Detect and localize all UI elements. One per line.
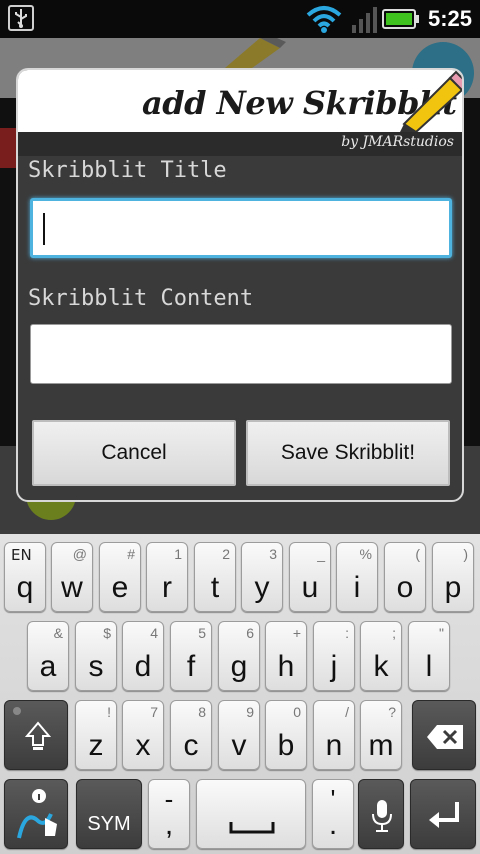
dialog-subbar: by JMARstudios — [18, 132, 462, 156]
key-u[interactable]: _ u — [289, 542, 331, 612]
sym-key[interactable]: SYM — [76, 779, 142, 849]
microphone-icon — [372, 800, 392, 832]
content-input[interactable] — [30, 324, 452, 384]
key-m[interactable]: ? m — [360, 700, 402, 770]
language-indicator: EN — [11, 546, 32, 564]
key-a[interactable]: & a — [27, 621, 69, 691]
swype-key[interactable] — [4, 779, 68, 849]
enter-key[interactable] — [410, 779, 476, 849]
space-key[interactable] — [196, 779, 306, 849]
key-f[interactable]: 5f — [170, 621, 212, 691]
key-x[interactable]: 7x — [122, 700, 164, 770]
key-z[interactable]: ! z — [75, 700, 117, 770]
key-h[interactable]: + h — [265, 621, 307, 691]
backspace-icon — [427, 725, 463, 749]
key-e[interactable]: # e — [99, 542, 141, 612]
shift-key[interactable] — [4, 700, 68, 770]
key-w[interactable]: @ w — [51, 542, 93, 612]
title-label: Skribblit Title — [28, 158, 227, 183]
cancel-button[interactable]: Cancel — [32, 420, 236, 486]
key-d[interactable]: 4d — [122, 621, 164, 691]
key-n[interactable]: / n — [313, 700, 355, 770]
key-p[interactable]: ) p — [432, 542, 474, 612]
usb-icon — [8, 5, 34, 31]
text-cursor — [43, 213, 45, 245]
pencil-icon — [400, 70, 462, 132]
key-s[interactable]: $ s — [75, 621, 117, 691]
key-t[interactable]: 2t — [194, 542, 236, 612]
key-i[interactable]: % i — [336, 542, 378, 612]
soft-keyboard: EN q @ w # e 1r 2t 3y _ u % i (o ) p & a $ s 4d… — [0, 534, 480, 854]
key-period[interactable]: ' . — [312, 779, 354, 849]
key-l[interactable]: " l — [408, 621, 450, 691]
save-button[interactable]: Save Skribblit! — [246, 420, 450, 486]
key-k[interactable]: ; k — [360, 621, 402, 691]
key-j[interactable]: :j — [313, 621, 355, 691]
status-bar: 5:25 — [0, 0, 480, 38]
signal-icon — [352, 7, 377, 33]
battery-icon — [382, 9, 419, 29]
key-o[interactable]: (o — [384, 542, 426, 612]
dialog-banner: add New Skribblit — [18, 70, 462, 132]
add-skribblit-dialog: add New Skribblit by JMARstudios Skribbl… — [16, 68, 464, 502]
shift-icon — [25, 721, 51, 750]
shift-indicator-icon — [13, 707, 21, 715]
wifi-icon — [306, 6, 342, 33]
key-b[interactable]: 0b — [265, 700, 307, 770]
key-c[interactable]: 8c — [170, 700, 212, 770]
backspace-key[interactable] — [412, 700, 476, 770]
swype-icon — [17, 789, 57, 839]
title-input[interactable] — [30, 198, 452, 258]
key-comma[interactable]: - , — [148, 779, 190, 849]
enter-icon — [429, 802, 459, 828]
key-r[interactable]: 1r — [146, 542, 188, 612]
key-v[interactable]: 9v — [218, 700, 260, 770]
content-label: Skribblit Content — [28, 286, 254, 311]
key-g[interactable]: 6g — [218, 621, 260, 691]
clock: 5:25 — [428, 6, 473, 31]
key-q[interactable]: EN q — [4, 542, 46, 612]
dialog-byline: by JMARstudios — [341, 134, 454, 150]
key-y[interactable]: 3y — [241, 542, 283, 612]
space-icon — [229, 822, 275, 834]
microphone-key[interactable] — [358, 779, 404, 849]
